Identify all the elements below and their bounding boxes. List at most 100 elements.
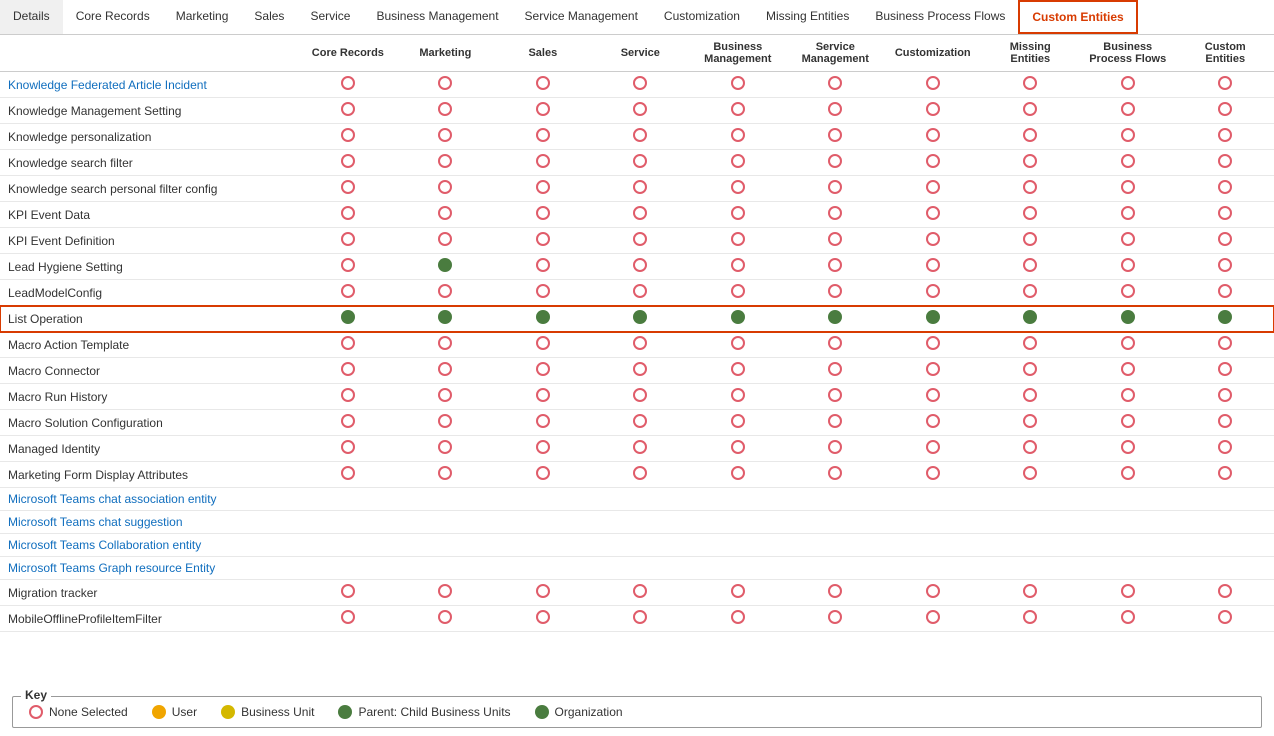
cell-3-9[interactable] bbox=[1176, 150, 1274, 176]
cell-17-4[interactable] bbox=[689, 511, 786, 534]
table-row[interactable]: Knowledge search personal filter config bbox=[0, 176, 1274, 202]
cell-15-6[interactable] bbox=[884, 462, 981, 488]
cell-18-7[interactable] bbox=[982, 534, 1079, 557]
cell-10-6[interactable] bbox=[884, 332, 981, 358]
tab-custom-entities[interactable]: Custom Entities bbox=[1018, 0, 1137, 34]
cell-0-4[interactable] bbox=[689, 72, 786, 98]
cell-12-9[interactable] bbox=[1176, 384, 1274, 410]
cell-1-5[interactable] bbox=[787, 98, 884, 124]
cell-6-5[interactable] bbox=[787, 228, 884, 254]
cell-11-7[interactable] bbox=[982, 358, 1079, 384]
cell-18-8[interactable] bbox=[1079, 534, 1176, 557]
cell-17-7[interactable] bbox=[982, 511, 1079, 534]
cell-7-5[interactable] bbox=[787, 254, 884, 280]
tab-details[interactable]: Details bbox=[0, 0, 63, 34]
cell-12-1[interactable] bbox=[397, 384, 494, 410]
cell-20-5[interactable] bbox=[787, 580, 884, 606]
cell-17-5[interactable] bbox=[787, 511, 884, 534]
cell-1-6[interactable] bbox=[884, 98, 981, 124]
table-row[interactable]: KPI Event Definition bbox=[0, 228, 1274, 254]
cell-10-8[interactable] bbox=[1079, 332, 1176, 358]
cell-4-1[interactable] bbox=[397, 176, 494, 202]
cell-2-4[interactable] bbox=[689, 124, 786, 150]
cell-16-8[interactable] bbox=[1079, 488, 1176, 511]
cell-20-7[interactable] bbox=[982, 580, 1079, 606]
cell-10-2[interactable] bbox=[494, 332, 591, 358]
cell-9-0[interactable] bbox=[299, 306, 396, 332]
cell-7-1[interactable] bbox=[397, 254, 494, 280]
cell-5-2[interactable] bbox=[494, 202, 591, 228]
table-row[interactable]: Knowledge Federated Article Incident bbox=[0, 72, 1274, 98]
table-row[interactable]: Knowledge Management Setting bbox=[0, 98, 1274, 124]
cell-10-3[interactable] bbox=[592, 332, 689, 358]
cell-21-3[interactable] bbox=[592, 606, 689, 632]
cell-5-4[interactable] bbox=[689, 202, 786, 228]
cell-14-9[interactable] bbox=[1176, 436, 1274, 462]
cell-0-5[interactable] bbox=[787, 72, 884, 98]
tab-customization[interactable]: Customization bbox=[651, 0, 753, 34]
cell-20-2[interactable] bbox=[494, 580, 591, 606]
cell-11-8[interactable] bbox=[1079, 358, 1176, 384]
cell-16-1[interactable] bbox=[397, 488, 494, 511]
cell-8-5[interactable] bbox=[787, 280, 884, 306]
cell-2-1[interactable] bbox=[397, 124, 494, 150]
cell-9-4[interactable] bbox=[689, 306, 786, 332]
cell-0-8[interactable] bbox=[1079, 72, 1176, 98]
cell-3-8[interactable] bbox=[1079, 150, 1176, 176]
cell-19-1[interactable] bbox=[397, 557, 494, 580]
cell-18-4[interactable] bbox=[689, 534, 786, 557]
cell-1-4[interactable] bbox=[689, 98, 786, 124]
cell-9-6[interactable] bbox=[884, 306, 981, 332]
cell-2-5[interactable] bbox=[787, 124, 884, 150]
cell-11-3[interactable] bbox=[592, 358, 689, 384]
cell-3-6[interactable] bbox=[884, 150, 981, 176]
cell-7-4[interactable] bbox=[689, 254, 786, 280]
cell-17-9[interactable] bbox=[1176, 511, 1274, 534]
cell-19-3[interactable] bbox=[592, 557, 689, 580]
cell-2-2[interactable] bbox=[494, 124, 591, 150]
cell-11-9[interactable] bbox=[1176, 358, 1274, 384]
table-row[interactable]: Macro Action Template bbox=[0, 332, 1274, 358]
cell-5-9[interactable] bbox=[1176, 202, 1274, 228]
cell-4-9[interactable] bbox=[1176, 176, 1274, 202]
cell-11-4[interactable] bbox=[689, 358, 786, 384]
cell-16-6[interactable] bbox=[884, 488, 981, 511]
cell-14-7[interactable] bbox=[982, 436, 1079, 462]
cell-17-6[interactable] bbox=[884, 511, 981, 534]
cell-15-0[interactable] bbox=[299, 462, 396, 488]
cell-0-6[interactable] bbox=[884, 72, 981, 98]
cell-12-3[interactable] bbox=[592, 384, 689, 410]
cell-6-0[interactable] bbox=[299, 228, 396, 254]
cell-9-2[interactable] bbox=[494, 306, 591, 332]
cell-21-8[interactable] bbox=[1079, 606, 1176, 632]
cell-6-8[interactable] bbox=[1079, 228, 1176, 254]
cell-12-7[interactable] bbox=[982, 384, 1079, 410]
cell-16-0[interactable] bbox=[299, 488, 396, 511]
table-row[interactable]: Managed Identity bbox=[0, 436, 1274, 462]
cell-7-2[interactable] bbox=[494, 254, 591, 280]
cell-2-3[interactable] bbox=[592, 124, 689, 150]
cell-10-0[interactable] bbox=[299, 332, 396, 358]
cell-6-9[interactable] bbox=[1176, 228, 1274, 254]
cell-6-7[interactable] bbox=[982, 228, 1079, 254]
tab-service-management[interactable]: Service Management bbox=[512, 0, 651, 34]
cell-3-7[interactable] bbox=[982, 150, 1079, 176]
cell-2-7[interactable] bbox=[982, 124, 1079, 150]
cell-19-0[interactable] bbox=[299, 557, 396, 580]
cell-10-9[interactable] bbox=[1176, 332, 1274, 358]
cell-7-3[interactable] bbox=[592, 254, 689, 280]
cell-14-1[interactable] bbox=[397, 436, 494, 462]
cell-7-6[interactable] bbox=[884, 254, 981, 280]
cell-18-1[interactable] bbox=[397, 534, 494, 557]
cell-21-1[interactable] bbox=[397, 606, 494, 632]
table-row[interactable]: Knowledge search filter bbox=[0, 150, 1274, 176]
cell-9-7[interactable] bbox=[982, 306, 1079, 332]
cell-19-6[interactable] bbox=[884, 557, 981, 580]
table-row[interactable]: Migration tracker bbox=[0, 580, 1274, 606]
cell-8-8[interactable] bbox=[1079, 280, 1176, 306]
cell-12-0[interactable] bbox=[299, 384, 396, 410]
cell-9-8[interactable] bbox=[1079, 306, 1176, 332]
cell-13-6[interactable] bbox=[884, 410, 981, 436]
cell-11-6[interactable] bbox=[884, 358, 981, 384]
table-row[interactable]: Microsoft Teams Graph resource Entity bbox=[0, 557, 1274, 580]
